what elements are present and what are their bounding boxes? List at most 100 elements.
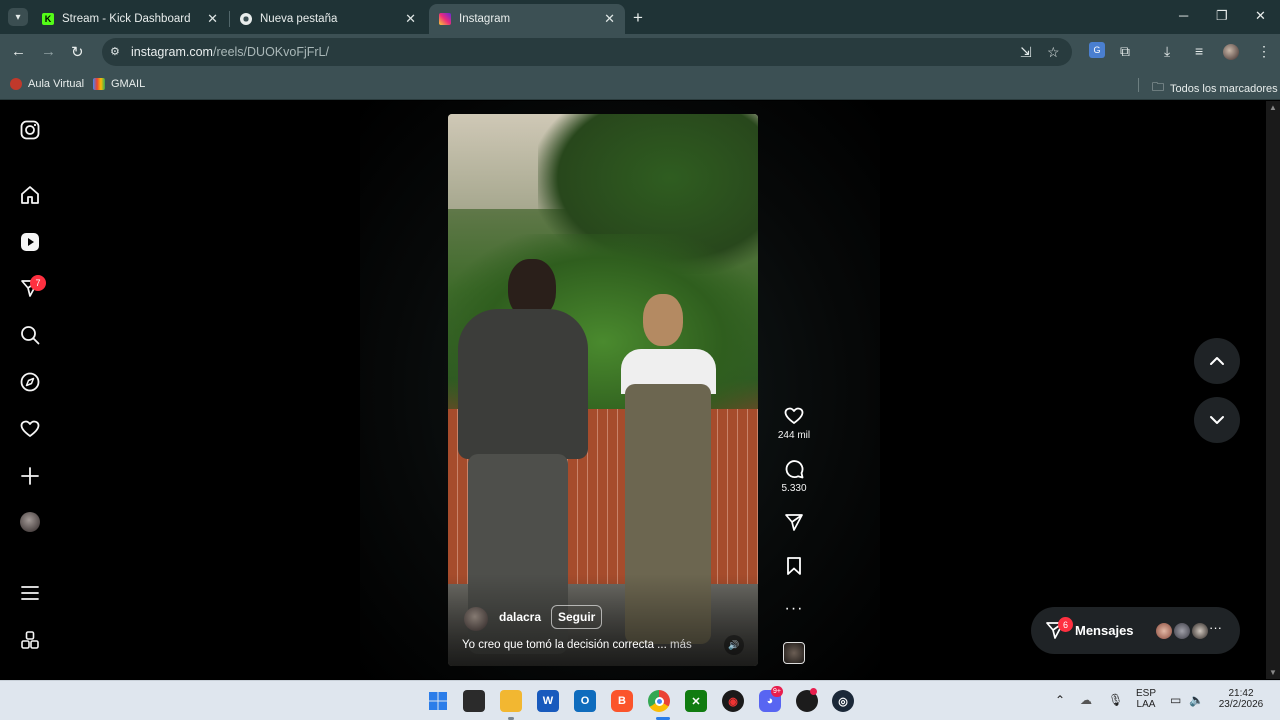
instagram-icon <box>439 13 451 25</box>
caption-more-link[interactable]: más <box>670 639 692 651</box>
bookmark-gmail[interactable]: GMAIL <box>93 78 145 90</box>
tab-title: Stream - Kick Dashboard <box>62 13 191 25</box>
reload-button[interactable]: ↻ <box>71 43 84 61</box>
windows-start-icon[interactable] <box>427 690 449 712</box>
reel-caption[interactable]: Yo creo que tomó la decisión correcta ..… <box>462 639 692 651</box>
create-icon[interactable] <box>18 464 42 488</box>
address-bar[interactable]: ⚙ instagram.com/reels/DUOKvoFjFrL/ ⇲ ☆ <box>102 38 1072 66</box>
instagram-logo-icon[interactable] <box>18 118 42 142</box>
file-explorer-icon[interactable] <box>500 690 522 712</box>
brave-icon[interactable]: B <box>611 690 633 712</box>
close-icon[interactable]: ✕ <box>604 11 615 27</box>
tab-title: Instagram <box>459 13 511 25</box>
media-controls-icon[interactable]: ≡ <box>1195 43 1203 59</box>
outlook-icon[interactable]: O <box>574 690 596 712</box>
game-launcher-icon[interactable]: ◉ <box>722 690 744 712</box>
reels-icon[interactable] <box>18 230 42 254</box>
show-hidden-icons[interactable]: ⌃ <box>1055 693 1065 707</box>
share-icon[interactable] <box>782 510 806 534</box>
forward-button[interactable]: → <box>41 43 56 60</box>
more-options-icon[interactable]: ··· <box>782 597 806 621</box>
discord-badge: 9+ <box>771 686 783 697</box>
close-window-button[interactable]: ✕ <box>1255 8 1266 24</box>
bookmark-aula-virtual[interactable]: Aula Virtual <box>10 78 84 90</box>
notifications-badge: 7 <box>30 275 46 291</box>
tab-instagram[interactable]: Instagram ✕ <box>429 4 625 34</box>
audio-thumbnail[interactable] <box>783 642 805 664</box>
close-icon[interactable]: ✕ <box>405 11 416 27</box>
clock-date: 23/2/2026 <box>1218 699 1264 710</box>
url-text[interactable]: instagram.com/reels/DUOKvoFjFrL/ <box>131 45 329 59</box>
translate-extension-icon[interactable]: G <box>1089 42 1105 58</box>
next-reel-button[interactable] <box>1194 397 1240 443</box>
new-tab-button[interactable]: + <box>633 8 643 28</box>
follow-button[interactable]: Seguir <box>551 605 603 629</box>
page-scrollbar[interactable]: ▲ ▼ <box>1266 101 1280 679</box>
messages-label: Mensajes <box>1075 623 1134 638</box>
xbox-icon[interactable]: ✕ <box>685 690 707 712</box>
like-icon[interactable] <box>782 404 806 428</box>
clock[interactable]: 21:42 23/2/2026 <box>1213 688 1269 710</box>
bookmarks-divider <box>1138 78 1139 92</box>
profile-avatar[interactable] <box>20 512 40 532</box>
sound-toggle-icon[interactable]: 🔊 <box>724 635 744 655</box>
heart-icon[interactable] <box>18 417 42 441</box>
tab-title: Nueva pestaña <box>260 13 338 25</box>
save-icon[interactable] <box>782 554 806 578</box>
browser-toolbar: ← → ↻ ⚙ instagram.com/reels/DUOKvoFjFrL/… <box>0 34 1280 70</box>
chevron-down-icon <box>1210 416 1224 424</box>
extensions-icon[interactable]: ⧉ <box>1120 43 1130 60</box>
site-info-icon[interactable]: ⚙ <box>110 45 120 58</box>
bookmark-star-icon[interactable]: ☆ <box>1047 44 1060 61</box>
messages-badge: 6 <box>1058 617 1073 632</box>
instagram-page: 7 dalacra Seguir Yo creo que tomó la dec… <box>0 101 1266 679</box>
volume-icon[interactable]: 🔈 <box>1189 693 1204 707</box>
profile-avatar[interactable] <box>1223 44 1239 60</box>
owner-avatar[interactable] <box>464 607 488 631</box>
all-bookmarks-folder[interactable]: 🗀 Todos los marcadores <box>1152 78 1278 99</box>
caption-text: Yo creo que tomó la decisión correcta ..… <box>462 639 667 651</box>
messages-button[interactable]: 6 Mensajes ··· <box>1031 607 1240 654</box>
owner-username[interactable]: dalacra <box>499 610 541 624</box>
network-icon[interactable]: ▭ <box>1170 693 1181 707</box>
language-code: ESP <box>1135 688 1156 699</box>
kick-icon: K <box>42 13 54 25</box>
microphone-icon[interactable]: 🎙 <box>1108 693 1123 707</box>
explore-icon[interactable] <box>18 370 42 394</box>
all-bookmarks-label: Todos los marcadores <box>1170 82 1278 95</box>
comment-icon[interactable] <box>782 457 806 481</box>
chrome-icon[interactable] <box>648 690 670 712</box>
tab-kick-dashboard[interactable]: K Stream - Kick Dashboard ✕ <box>32 4 228 34</box>
tab-strip: ▾ K Stream - Kick Dashboard ✕ Nueva pest… <box>0 0 1280 34</box>
reel-video[interactable]: dalacra Seguir Yo creo que tomó la decis… <box>448 114 758 666</box>
chrome-icon <box>240 13 252 25</box>
back-button[interactable]: ← <box>11 43 26 60</box>
steam-icon[interactable]: ◎ <box>832 690 854 712</box>
minimize-button[interactable]: ─ <box>1179 8 1188 23</box>
download-icon[interactable]: ⤓ <box>1164 43 1170 60</box>
browser-menu-icon[interactable]: ⋮ <box>1257 43 1271 60</box>
input-language[interactable]: ESP LAA <box>1134 688 1158 710</box>
task-view-icon[interactable] <box>463 690 485 712</box>
install-app-icon[interactable]: ⇲ <box>1020 44 1032 61</box>
onedrive-icon[interactable]: ☁ <box>1080 693 1092 707</box>
home-icon[interactable] <box>18 183 42 207</box>
bookmarks-bar: Aula Virtual GMAIL 🗀 Todos los marcadore… <box>0 70 1280 100</box>
apps-grid-icon[interactable] <box>18 628 42 652</box>
close-icon[interactable]: ✕ <box>207 11 218 27</box>
previous-reel-button[interactable] <box>1194 338 1240 384</box>
search-icon[interactable] <box>18 323 42 347</box>
likes-count: 244 mil <box>777 430 811 441</box>
tab-search-button[interactable]: ▾ <box>8 8 28 26</box>
scroll-up-arrow[interactable]: ▲ <box>1269 103 1277 112</box>
notification-dot <box>810 688 817 695</box>
gmail-icon <box>93 78 105 90</box>
bookmark-label: Aula Virtual <box>28 78 85 90</box>
restore-button[interactable]: ❐ <box>1216 8 1228 24</box>
video-bottom-shade <box>448 574 758 666</box>
scroll-down-arrow[interactable]: ▼ <box>1269 668 1277 677</box>
tab-new-tab[interactable]: Nueva pestaña ✕ <box>230 4 426 34</box>
menu-icon[interactable] <box>18 581 42 605</box>
word-icon[interactable]: W <box>537 690 559 712</box>
contact-avatar <box>1172 621 1192 641</box>
